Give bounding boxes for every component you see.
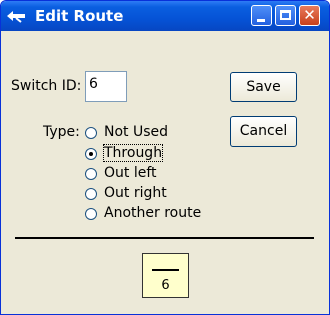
switch-id-label: Switch ID: <box>11 78 82 94</box>
edit-route-dialog: Edit Route ✕ Switch ID: 6 Save Cancel Ty… <box>0 0 330 315</box>
type-label: Type: <box>43 124 80 140</box>
minimize-button[interactable] <box>251 5 272 26</box>
radio-label: Out left <box>104 165 157 181</box>
radio-button[interactable] <box>85 148 97 160</box>
cancel-button[interactable]: Cancel <box>230 116 297 147</box>
maximize-icon <box>280 10 291 20</box>
radio-button[interactable] <box>85 188 97 200</box>
save-button[interactable]: Save <box>230 72 297 102</box>
close-button[interactable]: ✕ <box>299 5 320 26</box>
route-preview: 6 <box>142 253 189 298</box>
radio-button[interactable] <box>85 127 97 139</box>
minimize-icon <box>257 19 265 22</box>
radio-label: Not Used <box>104 124 169 140</box>
maximize-button[interactable] <box>275 5 296 26</box>
title-bar[interactable]: Edit Route ✕ <box>1 1 329 31</box>
route-arrow-icon <box>7 11 25 23</box>
radio-button[interactable] <box>85 168 97 180</box>
radio-label: Through <box>102 144 164 162</box>
radio-button[interactable] <box>85 208 97 220</box>
through-line-glyph <box>152 269 179 271</box>
window-title: Edit Route <box>35 7 124 25</box>
radio-selected-dot <box>89 152 93 156</box>
route-preview-number: 6 <box>161 278 170 293</box>
radio-label: Out right <box>104 185 167 201</box>
divider <box>15 237 314 239</box>
close-icon: ✕ <box>303 6 316 24</box>
switch-id-input[interactable]: 6 <box>85 71 127 102</box>
radio-label: Another route <box>104 205 202 221</box>
